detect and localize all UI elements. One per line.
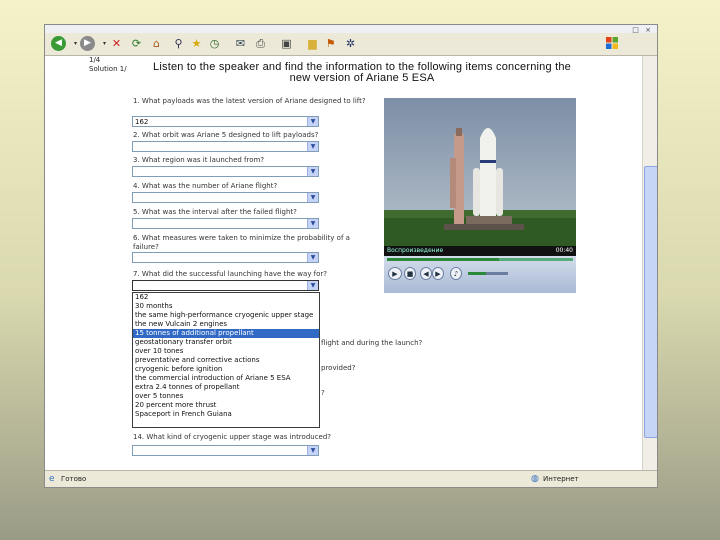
answer-select-7[interactable]: ▼ bbox=[132, 280, 319, 291]
dropdown-option[interactable]: extra 2.4 tonnes of propellant bbox=[133, 383, 319, 392]
answer-select-4[interactable]: ▼ bbox=[132, 192, 319, 203]
chevron-down-icon[interactable]: ▼ bbox=[307, 446, 318, 455]
page-content: 1/4 Solution 1/ Listen to the speaker an… bbox=[45, 56, 641, 470]
zone-text: Интернет bbox=[543, 475, 579, 483]
mail-icon[interactable]: ✉ bbox=[233, 36, 248, 51]
question-14: 14. What kind of cryogenic upper stage w… bbox=[133, 433, 332, 441]
answer-value: 162 bbox=[135, 118, 149, 126]
title-bar: _ □ × bbox=[45, 25, 657, 34]
volume-icon[interactable]: ♪ bbox=[450, 267, 462, 280]
edit-icon[interactable]: ▣ bbox=[279, 36, 294, 51]
player-controls: Воспроизведение 00:40 ▶ ■ ◀ ▶ ♪ bbox=[384, 246, 576, 293]
forward-icon[interactable]: ▶ bbox=[80, 36, 95, 51]
question-7: 7. What did the successful launching hav… bbox=[133, 270, 328, 278]
stop-icon[interactable]: ✕ bbox=[109, 36, 124, 51]
folder-icon[interactable]: ▆ bbox=[305, 36, 320, 51]
chevron-down-icon[interactable]: ▼ bbox=[307, 117, 318, 126]
dropdown-option[interactable]: the commercial introduction of Ariane 5 … bbox=[133, 374, 319, 383]
chevron-down-icon[interactable]: ▼ bbox=[307, 253, 318, 262]
volume-slider-fill bbox=[468, 272, 486, 275]
dropdown-option[interactable]: 30 months bbox=[133, 302, 319, 311]
answer-select-5[interactable]: ▼ bbox=[132, 218, 319, 229]
hidden-question-fragment: ? bbox=[321, 389, 325, 397]
chevron-down-icon[interactable]: ▼ bbox=[307, 219, 318, 228]
volume-slider[interactable] bbox=[468, 272, 508, 275]
browser-window: _ □ × ◀ ▾ ▶ ▾ ✕ ⟳ ⌂ ⚲ ★ ◷ ✉ ⎙ ▣ ▆ ⚑ ✲ 1/… bbox=[44, 24, 658, 488]
rocket-launch-image bbox=[384, 98, 576, 246]
search-icon[interactable]: ⚲ bbox=[171, 36, 186, 51]
next-icon[interactable]: ▶ bbox=[432, 267, 444, 280]
corner-line-2: Solution 1/ bbox=[89, 65, 127, 73]
question-4: 4. What was the number of Ariane flight? bbox=[133, 182, 278, 190]
vertical-scrollbar[interactable] bbox=[642, 56, 657, 470]
stop-square-icon[interactable]: ■ bbox=[404, 267, 416, 280]
dropdown-option[interactable]: preventative and corrective actions bbox=[133, 356, 319, 365]
player-status-bar: Воспроизведение 00:40 bbox=[384, 246, 576, 256]
dropdown-option[interactable]: the new Vulcain 2 engines bbox=[133, 320, 319, 329]
hidden-question-fragment: provided? bbox=[321, 364, 356, 372]
chevron-down-icon[interactable]: ▼ bbox=[307, 142, 318, 151]
player-time: 00:40 bbox=[555, 247, 573, 254]
chevron-down-icon[interactable]: ▼ bbox=[307, 281, 318, 290]
seek-bar-fill bbox=[387, 258, 499, 261]
answer-dropdown-list[interactable]: 162 30 months the same high-performance … bbox=[132, 292, 320, 428]
question-3: 3. What region was it launched from? bbox=[133, 156, 265, 164]
question-2: 2. What orbit was Ariane 5 designed to l… bbox=[133, 131, 319, 139]
answer-select-1[interactable]: 162 ▼ bbox=[132, 116, 319, 127]
scrollbar-thumb[interactable] bbox=[644, 166, 657, 438]
previous-icon[interactable]: ◀ bbox=[420, 267, 432, 280]
answer-select-6[interactable]: ▼ bbox=[132, 252, 319, 263]
question-5: 5. What was the interval after the faile… bbox=[133, 208, 297, 216]
page-title: Listen to the speaker and find the infor… bbox=[127, 62, 597, 84]
browser-toolbar: ◀ ▾ ▶ ▾ ✕ ⟳ ⌂ ⚲ ★ ◷ ✉ ⎙ ▣ ▆ ⚑ ✲ bbox=[45, 33, 657, 56]
dropdown-option-selected[interactable]: 15 tonnes of additional propellant bbox=[133, 329, 319, 338]
corner-line-1: 1/4 bbox=[89, 56, 101, 64]
dropdown-option[interactable]: cryogenic before ignition bbox=[133, 365, 319, 374]
windows-logo-icon bbox=[606, 37, 618, 49]
internet-zone-icon: ◍ bbox=[531, 474, 539, 484]
dropdown-option[interactable]: the same high-performance cryogenic uppe… bbox=[133, 311, 319, 320]
messenger-icon[interactable]: ⚑ bbox=[323, 36, 338, 51]
favorites-icon[interactable]: ★ bbox=[189, 36, 204, 51]
chevron-down-icon[interactable]: ▼ bbox=[307, 167, 318, 176]
dropdown-option[interactable]: over 5 tonnes bbox=[133, 392, 319, 401]
seek-bar[interactable] bbox=[387, 258, 573, 261]
status-text: Готово bbox=[61, 475, 87, 483]
dropdown-option[interactable]: geostationary transfer orbit bbox=[133, 338, 319, 347]
ie-page-icon: e bbox=[49, 474, 55, 484]
question-1: 1. What payloads was the latest version … bbox=[133, 97, 366, 105]
back-icon[interactable]: ◀ bbox=[51, 36, 66, 51]
hidden-question-fragment: flight and during the launch? bbox=[321, 339, 423, 347]
dropdown-option[interactable]: Spaceport in French Guiana bbox=[133, 410, 319, 419]
title-line-2: new version of Ariane 5 ESA bbox=[289, 72, 435, 84]
play-icon[interactable]: ▶ bbox=[388, 267, 402, 280]
status-bar: e Готово ◍ Интернет bbox=[45, 470, 657, 487]
dropdown-option[interactable]: 162 bbox=[133, 293, 319, 302]
dropdown-option[interactable]: 20 percent more thrust bbox=[133, 401, 319, 410]
refresh-icon[interactable]: ⟳ bbox=[129, 36, 144, 51]
player-status: Воспроизведение bbox=[387, 247, 444, 254]
answer-select-3[interactable]: ▼ bbox=[132, 166, 319, 177]
bluetooth-icon[interactable]: ✲ bbox=[343, 36, 358, 51]
print-icon[interactable]: ⎙ bbox=[253, 36, 268, 51]
answer-select-14[interactable]: ▼ bbox=[132, 445, 319, 456]
answer-select-2[interactable]: ▼ bbox=[132, 141, 319, 152]
question-6: 6. What measures were taken to minimize … bbox=[133, 234, 350, 251]
video-frame[interactable] bbox=[384, 98, 576, 246]
history-icon[interactable]: ◷ bbox=[207, 36, 222, 51]
dropdown-option[interactable]: over 10 tones bbox=[133, 347, 319, 356]
chevron-down-icon[interactable]: ▼ bbox=[307, 193, 318, 202]
media-player: Воспроизведение 00:40 ▶ ■ ◀ ▶ ♪ bbox=[384, 98, 576, 293]
home-icon[interactable]: ⌂ bbox=[149, 36, 164, 51]
page-corner-label: 1/4 Solution 1/ bbox=[89, 56, 127, 74]
